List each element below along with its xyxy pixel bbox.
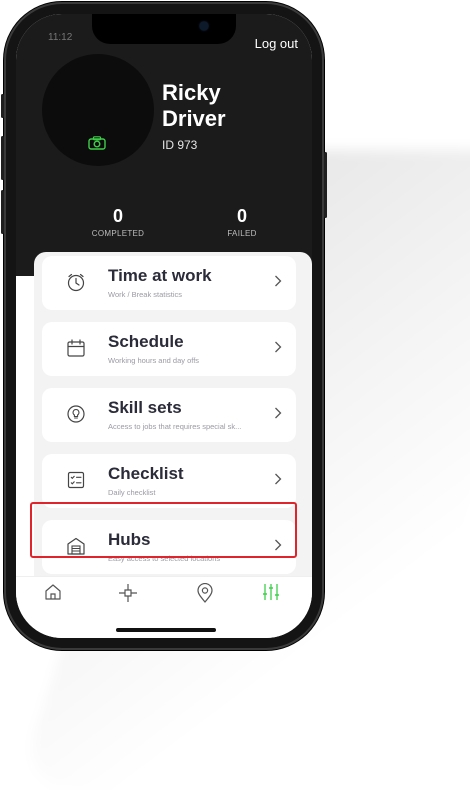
chevron-right-icon	[275, 275, 282, 287]
menu-item-skill-sets[interactable]: Skill sets Access to jobs that requires …	[42, 388, 296, 442]
home-icon[interactable]	[44, 583, 62, 601]
status-time: 11:12	[48, 32, 73, 43]
menu-item-title: Checklist	[108, 464, 184, 483]
clock-icon	[67, 273, 85, 292]
driver-name: Ricky Driver	[162, 80, 226, 132]
completed-label: COMPLETED	[91, 229, 145, 238]
stat-completed: 0 COMPLETED	[84, 206, 152, 238]
driver-id: ID 973	[162, 138, 198, 152]
mute-switch	[1, 94, 4, 118]
avatar[interactable]	[42, 54, 154, 166]
menu-item-checklist[interactable]: Checklist Daily checklist	[42, 454, 296, 508]
checklist-icon	[67, 471, 85, 489]
logout-button[interactable]: Log out	[255, 36, 298, 51]
volume-up-button	[1, 136, 4, 180]
first-name: Ricky	[162, 80, 221, 105]
chevron-right-icon	[275, 473, 282, 485]
last-name: Driver	[162, 106, 226, 131]
menu-item-subtitle: Working hours and day offs	[108, 356, 200, 365]
location-pin-icon[interactable]	[196, 583, 214, 603]
crosshair-icon[interactable]	[118, 583, 138, 603]
calendar-icon	[67, 339, 85, 357]
stat-failed: 0 FAILED	[212, 206, 272, 238]
failed-label: FAILED	[227, 229, 257, 238]
notch	[92, 14, 236, 44]
home-indicator	[116, 628, 216, 632]
menu-item-title: Skill sets	[108, 398, 182, 417]
volume-down-button	[1, 190, 4, 234]
menu-item-subtitle: Daily checklist	[108, 488, 156, 497]
menu-item-title: Schedule	[108, 332, 184, 351]
chevron-right-icon	[275, 341, 282, 353]
completed-count: 0	[112, 206, 123, 226]
chevron-right-icon	[275, 407, 282, 419]
settings-sliders-icon[interactable]	[262, 583, 280, 601]
power-button	[324, 152, 327, 218]
menu-item-time-at-work[interactable]: Time at work Work / Break statistics	[42, 256, 296, 310]
lightbulb-icon	[67, 405, 85, 423]
menu-item-schedule[interactable]: Schedule Working hours and day offs	[42, 322, 296, 376]
menu-item-subtitle: Access to jobs that requires special sk.…	[108, 422, 242, 431]
camera-icon[interactable]	[88, 136, 106, 150]
hubs-highlight-box	[30, 502, 297, 558]
menu-item-subtitle: Work / Break statistics	[108, 290, 183, 299]
menu-item-title: Time at work	[108, 266, 212, 285]
front-camera	[200, 22, 208, 30]
failed-count: 0	[236, 206, 247, 226]
